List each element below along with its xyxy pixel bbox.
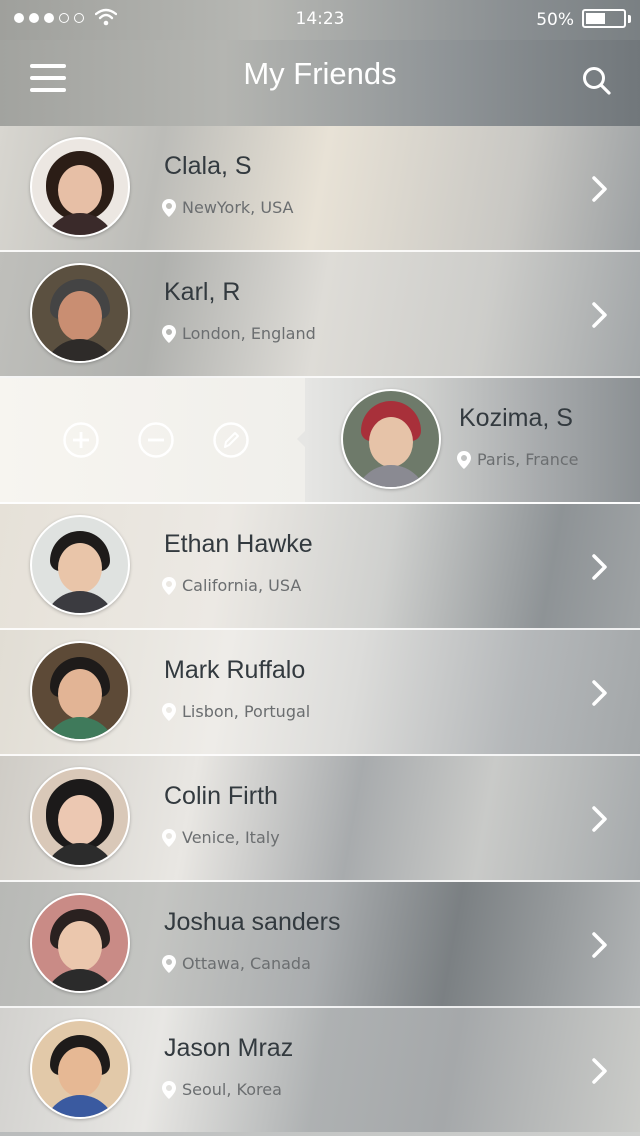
battery-icon: [582, 9, 626, 28]
friend-row[interactable]: Joshua sanders Ottawa, Canada: [0, 882, 640, 1008]
swiped-friend-cell[interactable]: Kozima, S Paris, France: [297, 378, 640, 502]
location-pin-icon: [162, 576, 176, 595]
friend-name: Clala, S: [164, 152, 252, 180]
chevron-right-icon[interactable]: [592, 176, 608, 202]
battery-percentage: 50%: [536, 10, 574, 30]
avatar: [30, 515, 130, 615]
chevron-right-icon[interactable]: [592, 932, 608, 958]
page-title: My Friends: [243, 56, 397, 91]
location-pin-icon: [457, 450, 471, 469]
friend-name: Colin Firth: [164, 782, 278, 810]
friend-location: Seoul, Korea: [162, 1080, 282, 1099]
location-pin-icon: [162, 828, 176, 847]
avatar: [30, 893, 130, 993]
avatar: [30, 767, 130, 867]
location-text: Seoul, Korea: [182, 1080, 282, 1099]
chevron-right-icon[interactable]: [592, 554, 608, 580]
friend-location: California, USA: [162, 576, 301, 595]
battery-tip: [628, 15, 631, 23]
friend-name: Jason Mraz: [164, 1034, 294, 1062]
avatar: [30, 263, 130, 363]
chevron-right-icon[interactable]: [592, 302, 608, 328]
swipe-indicator-notch: [297, 431, 305, 447]
friend-location: Ottawa, Canada: [162, 954, 311, 973]
swipe-actions: [0, 378, 305, 502]
chevron-right-icon[interactable]: [592, 680, 608, 706]
navigation-bar: My Friends: [0, 40, 640, 126]
friend-location: NewYork, USA: [162, 198, 293, 217]
friend-location: London, England: [162, 324, 316, 343]
avatar: [30, 137, 130, 237]
avatar: [30, 641, 130, 741]
friend-location: Lisbon, Portugal: [162, 702, 310, 721]
friend-row[interactable]: Mark Ruffalo Lisbon, Portugal: [0, 630, 640, 756]
location-text: Venice, Italy: [182, 828, 280, 847]
location-pin-icon: [162, 702, 176, 721]
location-text: California, USA: [182, 576, 302, 595]
chevron-right-icon[interactable]: [592, 806, 608, 832]
friend-row[interactable]: Karl, R London, England: [0, 252, 640, 378]
friend-name: Karl, R: [164, 278, 241, 306]
edit-icon[interactable]: [213, 422, 249, 458]
friend-name: Kozima, S: [459, 404, 573, 432]
friend-location: Paris, France: [457, 450, 578, 469]
location-text: Paris, France: [477, 450, 579, 469]
location-pin-icon: [162, 198, 176, 217]
friend-row[interactable]: Clala, S NewYork, USA: [0, 126, 640, 252]
friend-row[interactable]: Jason Mraz Seoul, Korea: [0, 1008, 640, 1132]
friend-row-swiped[interactable]: Kozima, S Paris, France: [0, 378, 640, 504]
friend-name: Joshua sanders: [164, 908, 341, 936]
location-pin-icon: [162, 954, 176, 973]
remove-icon[interactable]: [138, 422, 174, 458]
location-text: London, England: [182, 324, 316, 343]
friend-location: Venice, Italy: [162, 828, 280, 847]
location-text: Ottawa, Canada: [182, 954, 311, 973]
location-pin-icon: [162, 324, 176, 343]
avatar: [30, 1019, 130, 1119]
avatar: [341, 389, 441, 489]
friend-name: Ethan Hawke: [164, 530, 313, 558]
location-text: NewYork, USA: [182, 198, 294, 217]
friend-row[interactable]: Ethan Hawke California, USA: [0, 504, 640, 630]
add-icon[interactable]: [63, 422, 99, 458]
search-icon[interactable]: [582, 66, 612, 96]
location-pin-icon: [162, 1080, 176, 1099]
friend-name: Mark Ruffalo: [164, 656, 306, 684]
status-bar: 14:23 50%: [0, 0, 640, 40]
chevron-right-icon[interactable]: [592, 1058, 608, 1084]
location-text: Lisbon, Portugal: [182, 702, 311, 721]
friend-row[interactable]: Colin Firth Venice, Italy: [0, 756, 640, 882]
friends-list: Clala, S NewYork, USA Karl, R London, En…: [0, 126, 640, 1132]
